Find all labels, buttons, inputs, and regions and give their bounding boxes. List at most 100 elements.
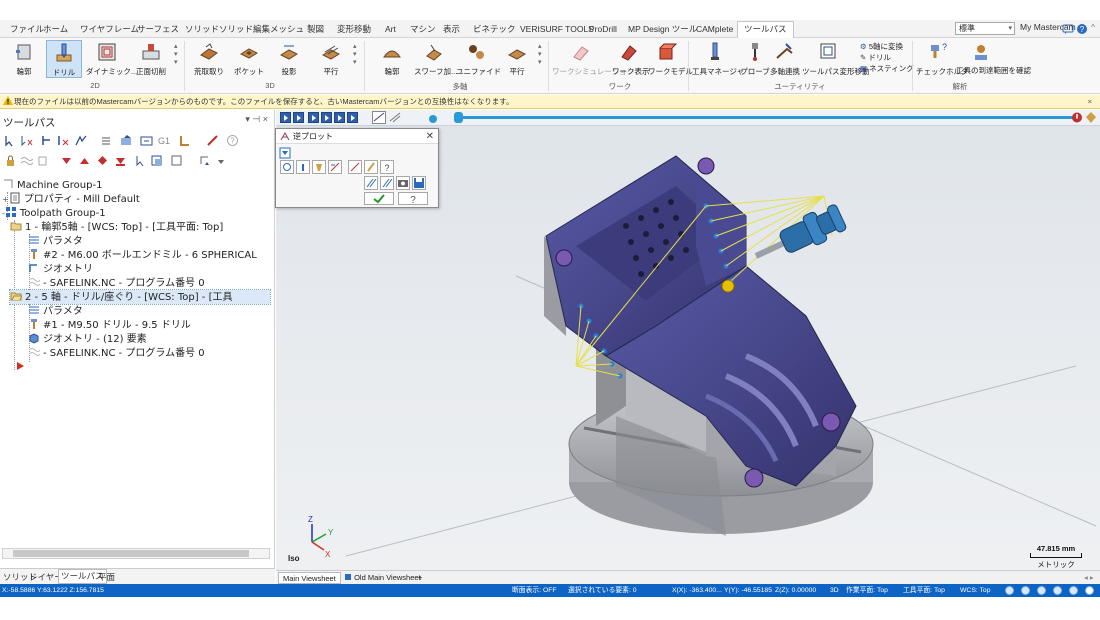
play-button[interactable] (280, 112, 291, 123)
scroll-to-insert-icon[interactable] (134, 154, 147, 167)
tree-node-op2-geometry[interactable]: ジオメトリ - (12) 要素 (28, 332, 147, 346)
tree-node-toolpath-group[interactable]: - Toolpath Group-1 (2, 206, 106, 220)
shading-icon[interactable] (1005, 586, 1014, 595)
collapse-ribbon-icon[interactable]: ^ (1091, 22, 1095, 32)
area-rough-button[interactable]: 荒取取り (190, 40, 228, 78)
stock-sim-button[interactable]: ワークシミュレーション (552, 40, 634, 78)
config-combo[interactable]: 標準 (955, 22, 1015, 35)
tree-node-op1-nc[interactable]: - SAFELINK.NC - プログラム番号 0 (28, 276, 205, 290)
tree-node-properties[interactable]: + プロパティ - Mill Default (2, 192, 140, 206)
section-view-status[interactable]: 断面表示: OFF (512, 584, 557, 597)
tab-camplete[interactable]: CAMplete (690, 22, 739, 38)
help-dialog-button[interactable]: ? (380, 160, 394, 174)
tab-main-viewsheet[interactable]: Main Viewsheet (278, 572, 341, 584)
lock-icon[interactable] (4, 154, 17, 167)
tool-reach-button[interactable]: 工具の到達範囲を確認 (956, 40, 1031, 78)
probe-button[interactable]: プローブ (740, 40, 770, 78)
scrollbar-thumb[interactable] (13, 550, 249, 557)
tab-view[interactable]: 表示 (437, 22, 466, 38)
mode-3d[interactable]: 3D (830, 584, 839, 597)
pocket-3d-button[interactable]: ポケット (232, 40, 266, 78)
wcs-status[interactable]: WCS: Top (960, 584, 990, 597)
toolpath-transform-button[interactable]: ツールパス変形移動 (802, 40, 870, 78)
viewsheet-scroll-icon[interactable]: ◂ ▸ (1080, 572, 1098, 584)
convert-5axis-button[interactable]: ⚙ 5軸に変換 (860, 41, 914, 52)
toggle-display-icon[interactable] (74, 134, 87, 147)
coord-z[interactable]: Z(Z): 0.00000 (775, 584, 816, 597)
insert-after-icon[interactable] (96, 154, 109, 167)
tree-node-op1-geometry[interactable]: ジオメトリ (28, 262, 93, 276)
coord-x[interactable]: X(X): -363.400... (672, 584, 722, 597)
gallery-scroll-icon[interactable]: ▴ ▾ ▾ (174, 42, 178, 66)
display-endpoints-button[interactable] (364, 160, 378, 174)
parallel-multiaxis-button[interactable]: 平行 (500, 40, 534, 78)
swarf-button[interactable]: スワーフ加... (414, 40, 457, 78)
insert-arrow-down-icon[interactable] (60, 154, 73, 167)
fast-forward-button[interactable] (334, 112, 345, 123)
tab-transform[interactable]: 変形移動 (331, 22, 377, 38)
tree-node-op2-parameters[interactable]: パラメタ (28, 304, 83, 318)
trace-mode-icon[interactable] (372, 111, 386, 124)
save-geometry-button[interactable] (412, 176, 426, 190)
collapse-dialog-icon[interactable] (279, 147, 291, 159)
tab-surface[interactable]: サーフェス (131, 22, 185, 38)
outline-icon[interactable] (1037, 586, 1046, 595)
verify-button[interactable] (364, 176, 378, 190)
drill-small-button[interactable]: ✎ ドリル (860, 52, 914, 63)
tab-planes[interactable]: 平面 (98, 571, 115, 583)
screenshot-button[interactable] (396, 176, 410, 190)
rewind-button[interactable] (321, 112, 332, 123)
tree-node-op2-nc[interactable]: - SAFELINK.NC - プログラム番号 0 (28, 346, 205, 360)
display-info-button[interactable] (296, 160, 310, 174)
verify-selected-icon[interactable] (120, 134, 133, 147)
step-forward-button[interactable] (347, 112, 358, 123)
chat-icon[interactable] (1062, 23, 1074, 35)
tool-plane-status[interactable]: 工具平面: Top (903, 584, 945, 597)
multiaxis-link-button[interactable]: 多軸連携 (770, 40, 800, 78)
contour-2d-button[interactable]: 輪郭 (6, 40, 42, 78)
expand-icon[interactable]: + (2, 195, 9, 204)
step-back-button[interactable] (308, 112, 319, 123)
simulate-icon[interactable] (140, 134, 153, 147)
tree-node-operation-2[interactable]: 2 - 5 軸 - ドリル/座ぐり - [WCS: Top] - [工具 (9, 289, 271, 305)
post-selected-icon[interactable] (178, 134, 191, 147)
tree-node-operation-1[interactable]: 1 - 輪郭5軸 - [WCS: Top] - [工具平面: Top] (10, 220, 223, 234)
pin-icon[interactable]: ⊣ (252, 114, 260, 124)
tool-manager-button[interactable]: 工具マネージャ (692, 40, 744, 78)
unified-button[interactable]: ユニファイド (456, 40, 501, 78)
project-button[interactable]: 投影 (272, 40, 306, 78)
insert-in-icon[interactable] (114, 154, 127, 167)
gallery-scroll-icon[interactable]: ▴ ▾ ▾ (538, 42, 542, 66)
add-viewsheet-button[interactable]: + (414, 572, 426, 584)
drill-button[interactable]: ドリル (46, 40, 82, 78)
parallel-3d-button[interactable]: 平行 (314, 40, 348, 78)
close-dialog-icon[interactable]: ✕ (426, 129, 434, 144)
tree-horizontal-scrollbar[interactable] (2, 548, 270, 559)
stock-model-button[interactable]: ワークモデル (648, 40, 693, 78)
speed-slider-icon[interactable] (427, 114, 439, 124)
wireframe-icon[interactable] (1021, 586, 1030, 595)
check-holder-button[interactable]: ? チェックホルダ (916, 40, 969, 78)
dynamic-mill-button[interactable]: ダイナミック... (86, 40, 137, 78)
insert-arrow[interactable] (14, 360, 29, 374)
coord-y[interactable]: Y(Y): -46.55185 (724, 584, 772, 597)
playback-slider-thumb[interactable] (454, 112, 463, 123)
stock-display-button[interactable]: ワーク表示 (612, 40, 650, 78)
tab-toolpaths[interactable]: ツールパス (737, 21, 794, 39)
stop-condition-icon[interactable] (1071, 111, 1083, 124)
display-entry-button[interactable] (348, 160, 362, 174)
color-icon[interactable] (1085, 586, 1094, 595)
contour-multiaxis-button[interactable]: 輪郭 (374, 40, 410, 78)
gallery-scroll-icon[interactable]: ▴ ▾ ▾ (353, 42, 357, 66)
regenerate-icon[interactable] (40, 134, 53, 147)
material-icon[interactable] (1069, 586, 1078, 595)
display-holder-button[interactable] (312, 160, 326, 174)
only-display-selected-icon[interactable] (150, 154, 163, 167)
display-options-icon[interactable] (170, 154, 183, 167)
refresh-icon[interactable] (198, 154, 211, 167)
post-flag-icon[interactable] (36, 154, 49, 167)
close-warning-icon[interactable]: × (1088, 95, 1092, 108)
tab-machine[interactable]: マシン (404, 22, 442, 38)
display-rapid-button[interactable] (328, 160, 342, 174)
tab-prodrill[interactable]: ProDrill (583, 22, 623, 38)
